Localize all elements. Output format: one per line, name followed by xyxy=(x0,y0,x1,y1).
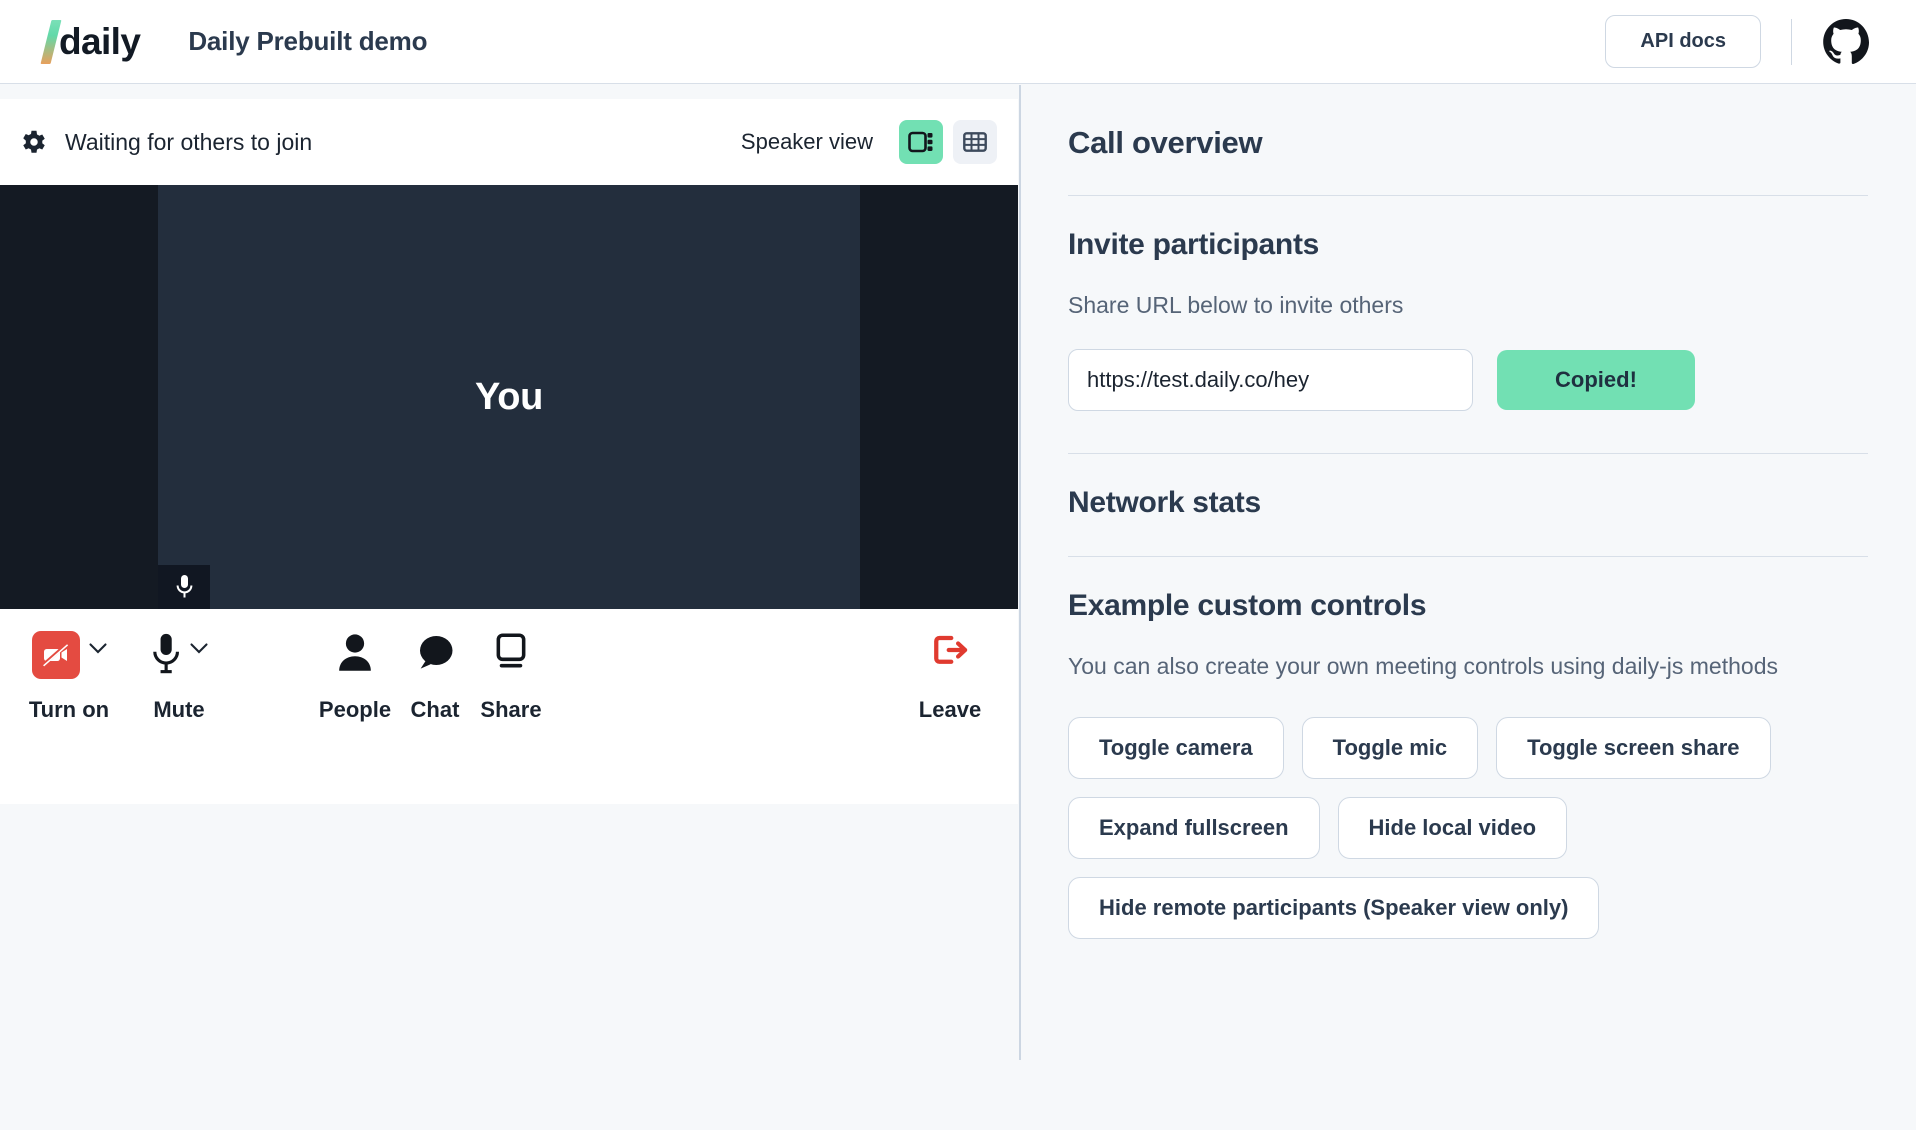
invite-participants-title: Invite participants xyxy=(1068,228,1320,261)
logo-text: daily xyxy=(59,20,141,62)
toggle-screen-share-button[interactable]: Toggle screen share xyxy=(1496,717,1771,779)
toolbar-mic-label: Mute xyxy=(153,697,205,722)
microphone-icon xyxy=(152,633,179,674)
microphone-icon xyxy=(176,575,192,598)
section-divider xyxy=(1068,195,1868,196)
custom-controls-title: Example custom controls xyxy=(1068,588,1427,622)
chat-bubble-icon xyxy=(420,636,453,669)
copy-url-button[interactable]: Copied! xyxy=(1497,349,1695,410)
invite-participants-subtitle: Share URL below to invite others xyxy=(1068,292,1404,318)
call-overview-sidebar: Call overview Invite participants Share … xyxy=(1068,85,1868,939)
toolbar-mic-button[interactable]: Mute xyxy=(124,631,234,723)
view-mode-label: Speaker view xyxy=(740,129,873,154)
toolbar-leave-label: Leave xyxy=(918,697,982,722)
call-header: Waiting for others to join Speaker view xyxy=(0,99,1018,185)
call-toolbar: Turn on Mute People Chat Share Leave xyxy=(0,609,1018,804)
top-header: daily Daily Prebuilt demo API docs xyxy=(0,0,1916,84)
toolbar-chat-label: Chat xyxy=(410,697,460,722)
toolbar-share-button[interactable]: Share xyxy=(456,631,566,723)
main-area: Waiting for others to join Speaker view xyxy=(0,85,1916,1130)
participant-mic-badge xyxy=(158,565,210,609)
grid-view-icon xyxy=(963,132,987,152)
video-stage: You xyxy=(0,185,1018,609)
mic-chevron-down-icon[interactable] xyxy=(189,643,208,654)
camera-off-icon xyxy=(31,631,80,679)
header-actions: API docs xyxy=(1605,15,1870,68)
call-overview-title: Call overview xyxy=(1068,125,1263,160)
view-controls: Speaker view xyxy=(741,120,997,164)
call-status-text: Waiting for others to join xyxy=(65,128,313,155)
github-icon[interactable] xyxy=(1822,18,1870,66)
header-divider xyxy=(1791,18,1792,65)
section-divider xyxy=(1068,452,1868,454)
call-frame: Waiting for others to join Speaker view xyxy=(0,99,1018,804)
speaker-view-icon xyxy=(908,131,933,153)
speaker-view-button[interactable] xyxy=(899,120,943,164)
share-url-row: Copied! xyxy=(1068,348,1868,411)
custom-controls-subtitle: You can also create your own meeting con… xyxy=(1068,652,1778,679)
expand-fullscreen-button[interactable]: Expand fullscreen xyxy=(1068,797,1320,859)
grid-view-button[interactable] xyxy=(953,120,997,164)
leave-call-icon xyxy=(934,635,968,664)
people-icon xyxy=(339,634,371,671)
screen-share-icon xyxy=(496,633,526,668)
gear-icon[interactable] xyxy=(18,127,48,157)
custom-controls-grid: Toggle camera Toggle mic Toggle screen s… xyxy=(1068,717,1828,939)
toggle-mic-button[interactable]: Toggle mic xyxy=(1301,717,1479,779)
share-url-input[interactable] xyxy=(1068,348,1473,411)
network-stats-title: Network stats xyxy=(1068,485,1261,519)
toolbar-camera-label: Turn on xyxy=(28,697,110,722)
api-docs-button[interactable]: API docs xyxy=(1605,15,1761,68)
toolbar-share-label: Share xyxy=(480,697,542,722)
toolbar-camera-button[interactable]: Turn on xyxy=(14,631,124,723)
hide-remote-participants-button[interactable]: Hide remote participants (Speaker view o… xyxy=(1068,877,1600,939)
toggle-camera-button[interactable]: Toggle camera xyxy=(1068,717,1284,779)
daily-logo[interactable]: daily xyxy=(40,19,141,64)
page-title: Daily Prebuilt demo xyxy=(188,26,428,56)
participant-name-label: You xyxy=(474,375,544,418)
camera-chevron-down-icon[interactable] xyxy=(88,643,107,654)
toolbar-leave-button[interactable]: Leave xyxy=(895,631,1005,723)
participant-video-tile[interactable]: You xyxy=(158,185,860,609)
camera-off-glyph xyxy=(41,642,68,667)
hide-local-video-button[interactable]: Hide local video xyxy=(1337,797,1568,859)
section-divider xyxy=(1068,555,1868,557)
panel-divider xyxy=(1019,85,1021,1060)
